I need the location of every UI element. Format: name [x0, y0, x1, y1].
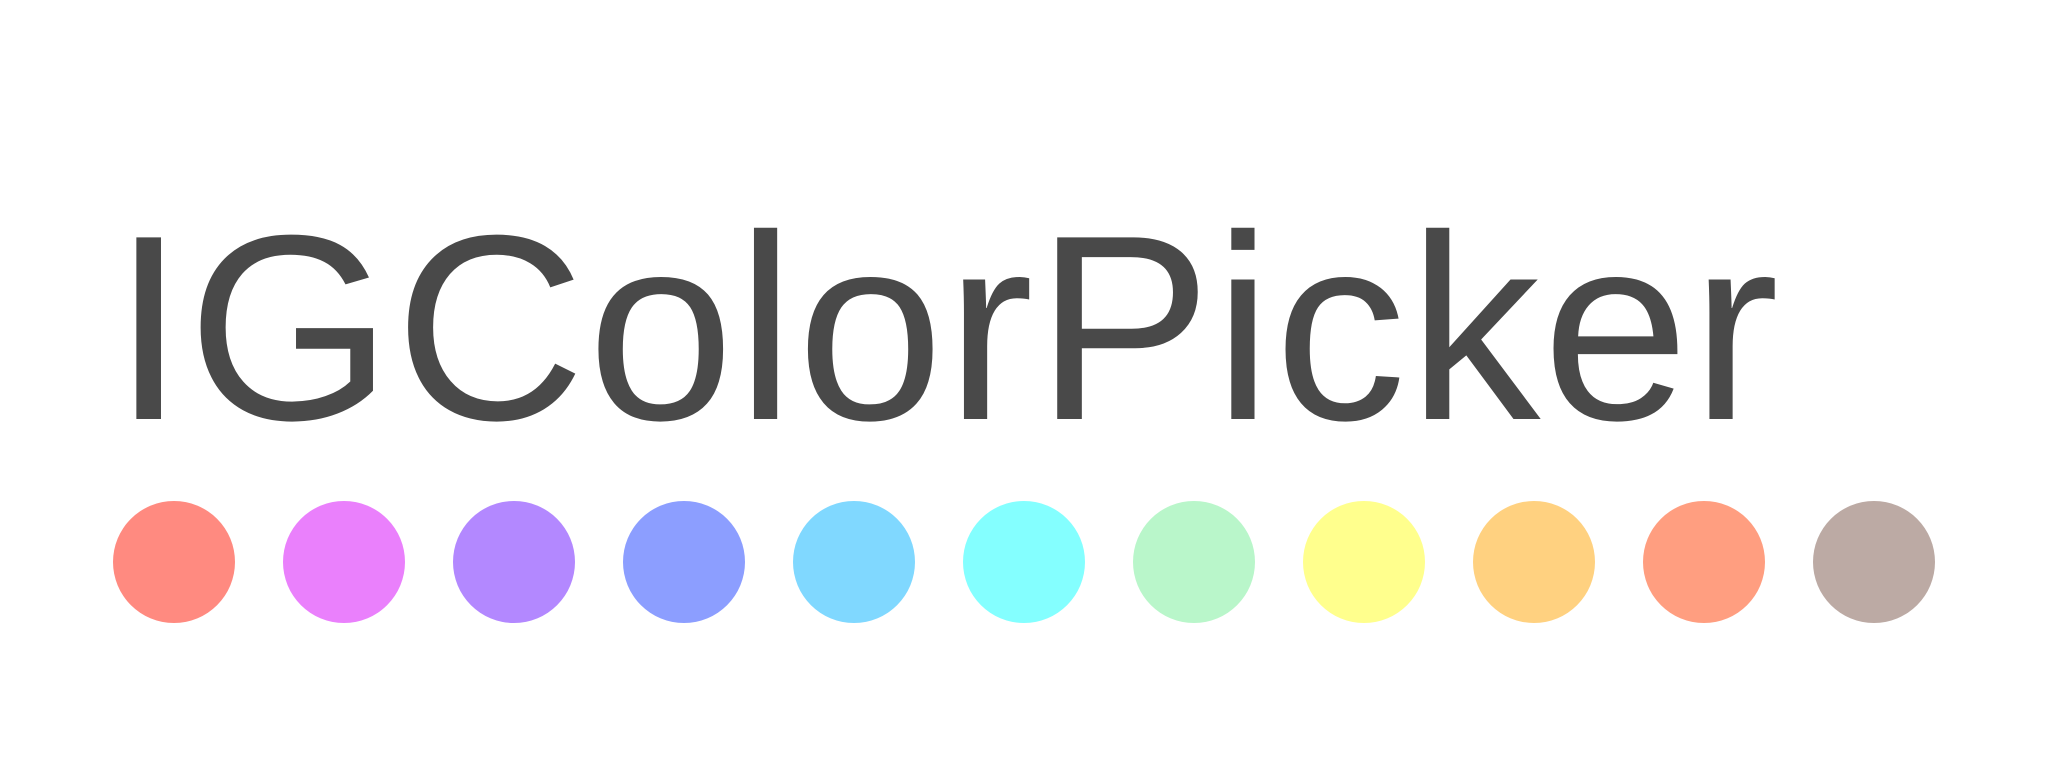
color-swatch-green[interactable] [1133, 501, 1255, 623]
color-swatch-red[interactable] [113, 501, 235, 623]
logo-canvas: IGColorPicker [0, 0, 2046, 780]
color-swatch-deep-orange[interactable] [1643, 501, 1765, 623]
color-swatch-row [113, 501, 1935, 623]
color-swatch-amber[interactable] [1473, 501, 1595, 623]
color-swatch-yellow[interactable] [1303, 501, 1425, 623]
color-swatch-cyan[interactable] [963, 501, 1085, 623]
color-swatch-pink[interactable] [283, 501, 405, 623]
logo-wordmark: IGColorPicker [112, 180, 1782, 475]
color-swatch-brown[interactable] [1813, 501, 1935, 623]
color-swatch-purple[interactable] [453, 501, 575, 623]
color-swatch-indigo[interactable] [623, 501, 745, 623]
color-swatch-light-blue[interactable] [793, 501, 915, 623]
